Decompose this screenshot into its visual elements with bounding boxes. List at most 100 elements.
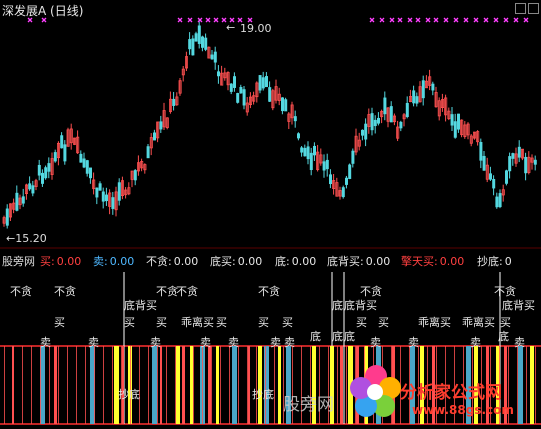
watermark: 股旁网 — [283, 395, 334, 415]
candle-body — [309, 152, 313, 171]
signal-bar — [530, 346, 534, 424]
candle-body — [101, 191, 105, 202]
signal-mai: 买 — [156, 316, 167, 329]
signal-tick — [76, 346, 77, 424]
candle-body — [399, 121, 403, 129]
candle-body — [517, 146, 521, 158]
signal-tick — [274, 346, 275, 424]
signal-tick — [139, 346, 140, 424]
signal-tick — [67, 346, 68, 424]
candle-body — [482, 155, 486, 171]
candle-body — [28, 183, 32, 190]
signal-tick — [256, 346, 257, 424]
candle-body — [95, 187, 99, 198]
signal-tick — [103, 346, 104, 424]
signal-bar — [54, 346, 57, 424]
candle-body — [63, 144, 67, 162]
candle-body — [89, 167, 93, 179]
candle-body — [236, 93, 240, 103]
indicator-field-value: 0 — [504, 255, 512, 268]
signal-mai-sell: 卖 — [200, 336, 211, 349]
candle-body — [405, 102, 409, 117]
signal-tick — [4, 346, 5, 424]
signal-bar — [264, 346, 269, 424]
signal-di: 底 — [332, 299, 343, 312]
candle-body — [364, 123, 368, 140]
candle-body — [524, 156, 528, 174]
signal-tick — [193, 346, 194, 424]
signal-mai-sell: 卖 — [514, 336, 525, 349]
signal-mai-sell: 卖 — [470, 336, 481, 349]
candle-body — [412, 90, 416, 104]
signal-tick — [130, 346, 131, 424]
candle-body — [146, 146, 150, 159]
logo-url: www.88gs.com — [412, 403, 514, 417]
candle-body — [204, 37, 208, 50]
indicator-field: 底买: 0.00 — [210, 253, 262, 269]
candle-body — [453, 121, 457, 138]
signal-tick — [148, 346, 149, 424]
signal-mai: 买 — [282, 316, 293, 329]
signal-tick — [121, 346, 122, 424]
candle-body — [360, 129, 364, 136]
candle-body — [450, 114, 454, 126]
signal-di: 底 — [498, 330, 509, 343]
signal-bar — [208, 346, 211, 424]
candle-body — [495, 196, 499, 208]
signal-tick — [112, 346, 113, 424]
indicator-field-value: 0.00 — [291, 255, 317, 268]
candle-body — [60, 135, 64, 149]
logo-text: 分析家公式网 — [400, 383, 502, 403]
candle-body — [370, 113, 374, 131]
candle-body — [85, 160, 89, 174]
signal-tick — [31, 346, 32, 424]
candle-body — [239, 87, 243, 94]
candle-body — [98, 183, 102, 191]
candle-body — [261, 77, 265, 89]
candle-body — [31, 185, 35, 194]
candle-body — [229, 83, 233, 92]
signal-tick — [265, 346, 266, 424]
signal-bar — [160, 346, 162, 424]
candle-body — [172, 98, 176, 106]
signal-mai: 买 — [216, 316, 227, 329]
candle-body — [373, 119, 377, 127]
signal-tick — [40, 346, 41, 424]
signal-bar — [518, 346, 523, 424]
indicator-name: 股旁网 — [2, 255, 35, 268]
candle-body — [351, 150, 355, 164]
candle-body — [293, 116, 297, 122]
chart-window: 深发展A (日线) 19.00 ←15.20 ← 股旁网 买: 0.00 卖: 0.0… — [0, 0, 541, 429]
candle-body — [41, 172, 45, 184]
candle-body — [82, 158, 86, 168]
candle-body — [53, 152, 57, 162]
candle-body — [303, 147, 307, 157]
signal-tick — [337, 346, 338, 424]
signal-bar — [258, 346, 262, 424]
candle-body — [213, 51, 217, 63]
candle-body — [133, 170, 137, 181]
candle-body — [341, 187, 345, 198]
candle-body — [421, 80, 425, 99]
candle-body — [210, 54, 214, 60]
signal-tick — [517, 346, 518, 424]
signal-guai-li-mai: 乖离买 — [462, 316, 495, 329]
signal-tick — [58, 346, 59, 424]
signal-di-bei-mai: 底背买 — [502, 299, 535, 312]
indicator-field: 底背买: 0.00 — [327, 253, 390, 269]
candle-body — [431, 83, 435, 91]
candle-body — [44, 167, 48, 179]
candle-body — [191, 38, 195, 56]
signal-bar — [216, 346, 219, 424]
signal-tick — [22, 346, 23, 424]
signal-mai: 买 — [378, 316, 389, 329]
indicator-field: 买: 0.00 — [40, 253, 81, 269]
indicator-field-value: 0.00 — [56, 255, 82, 268]
signal-di: 底 — [344, 330, 355, 343]
candle-body — [389, 106, 393, 123]
indicator-field: 底: 0.00 — [275, 253, 316, 269]
candle-body — [328, 174, 332, 185]
price-chart[interactable] — [0, 0, 541, 429]
indicator-field-label: 底背买: — [327, 255, 364, 268]
candle-body — [376, 117, 380, 124]
